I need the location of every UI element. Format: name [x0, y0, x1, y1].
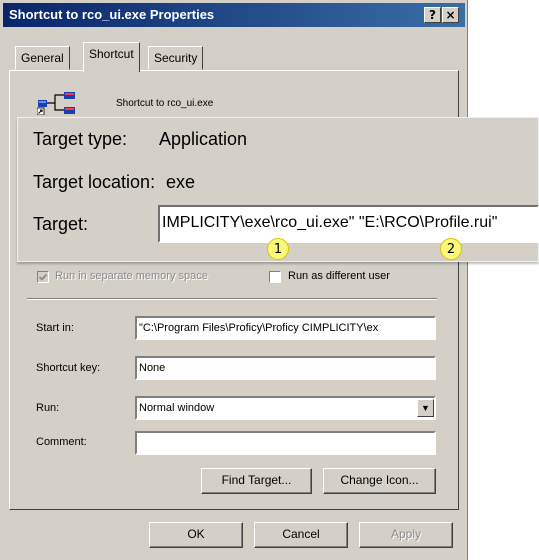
ok-button[interactable]: OK [149, 522, 243, 548]
tab-general-label: General [21, 51, 64, 65]
comment-label: Comment: [36, 436, 87, 448]
shortcut-key-field[interactable]: None [135, 356, 436, 380]
run-label: Run: [36, 402, 60, 414]
tab-shortcut-label: Shortcut [89, 47, 134, 61]
run-select[interactable]: Normal window ▼ [135, 396, 436, 420]
run-as-different-user-label: Run as different user [288, 270, 390, 282]
run-separate-memory-label: Run in separate memory space [55, 270, 208, 282]
application-shortcut-icon [37, 92, 75, 115]
window-title: Shortcut to rco_ui.exe Properties [9, 7, 215, 22]
help-button[interactable]: ? [424, 7, 441, 23]
tab-general[interactable]: General [15, 46, 70, 70]
run-select-value: Normal window [139, 402, 215, 414]
title-bar[interactable]: Shortcut to rco_ui.exe Properties ? × [3, 3, 465, 27]
find-target-button[interactable]: Find Target... [201, 468, 312, 494]
start-in-label: Start in: [36, 322, 74, 334]
target-label: Target: [33, 214, 89, 234]
run-separate-memory-checkbox[interactable] [37, 271, 49, 283]
target-location-value: exe [166, 172, 196, 192]
properties-dialog: Shortcut to rco_ui.exe Properties ? × Ge… [0, 0, 539, 560]
target-type-value: Application [159, 129, 248, 149]
close-button[interactable]: × [442, 7, 459, 23]
checkmark-icon [38, 273, 48, 281]
cancel-button[interactable]: Cancel [254, 522, 348, 548]
target-location-label: Target location: [33, 172, 156, 192]
run-as-different-user-checkbox[interactable] [269, 271, 281, 283]
callout-badge-2: 2 [440, 238, 462, 260]
target-type-label: Target type: [33, 129, 128, 149]
shortcut-name: Shortcut to rco_ui.exe [116, 98, 214, 109]
separator [27, 298, 437, 300]
change-icon-button[interactable]: Change Icon... [323, 468, 436, 494]
comment-field[interactable] [135, 431, 436, 455]
tab-shortcut[interactable]: Shortcut [83, 42, 140, 72]
chevron-down-icon[interactable]: ▼ [417, 399, 434, 417]
callout-badge-1: 1 [267, 238, 289, 260]
target-field[interactable]: IMPLICITY\exe\rco_ui.exe" "E:\RCO\Profil… [158, 205, 539, 243]
tab-security[interactable]: Security [148, 46, 204, 70]
start-in-field[interactable]: "C:\Program Files\Proficy\Proficy CIMPLI… [135, 316, 436, 340]
shortcut-key-label: Shortcut key: [36, 362, 101, 374]
apply-button[interactable]: Apply [359, 522, 453, 548]
tab-security-label: Security [154, 51, 198, 65]
